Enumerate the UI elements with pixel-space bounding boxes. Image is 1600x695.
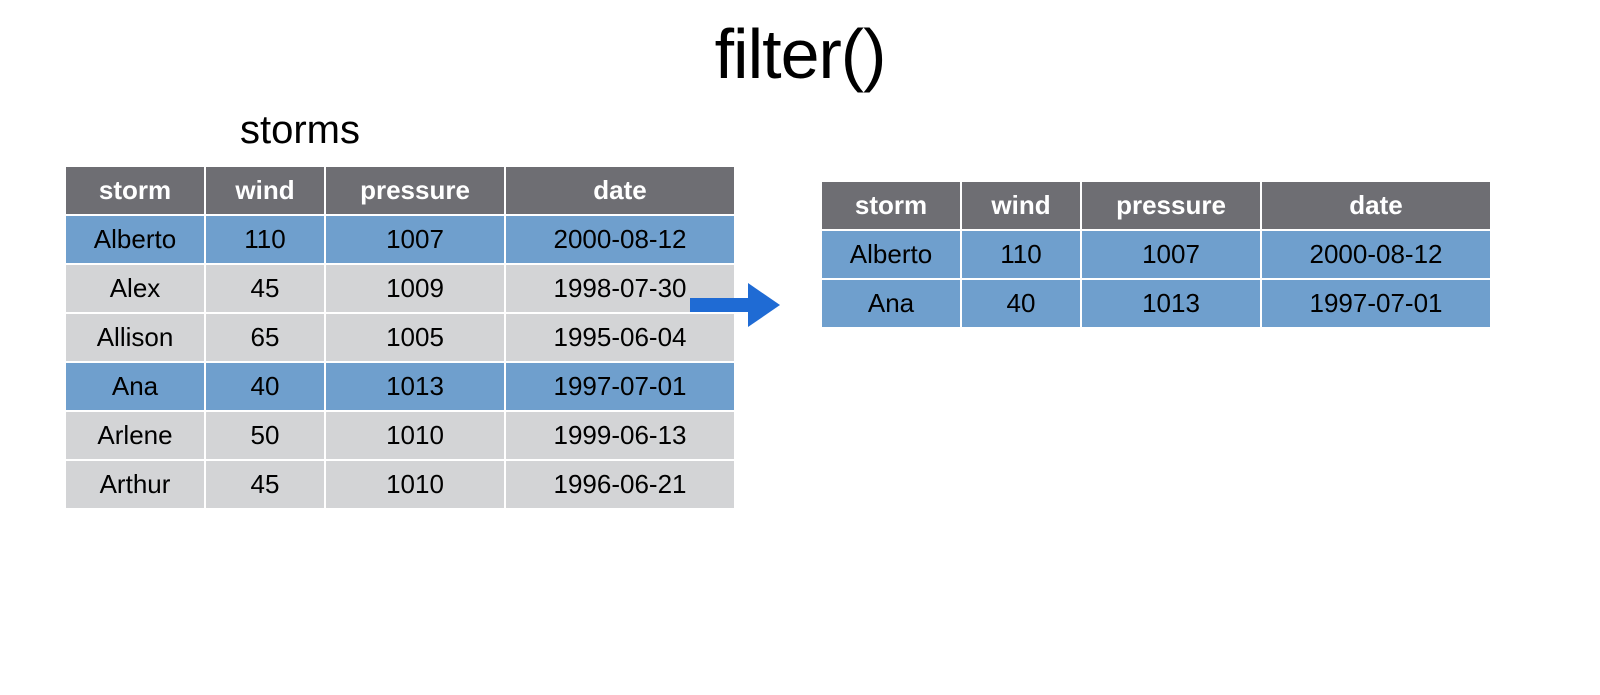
table-cell: 1996-06-21 xyxy=(506,461,734,508)
table-cell: Allison xyxy=(66,314,204,361)
left-table-label: storms xyxy=(240,108,360,153)
table-cell: 110 xyxy=(206,216,324,263)
table-cell: 1005 xyxy=(326,314,504,361)
table-cell: 2000-08-12 xyxy=(506,216,734,263)
table-row: Ana4010131997-07-01 xyxy=(822,280,1490,327)
table-cell: 110 xyxy=(962,231,1080,278)
table-cell: Ana xyxy=(66,363,204,410)
table-cell: 65 xyxy=(206,314,324,361)
table-cell: 40 xyxy=(962,280,1080,327)
page-title: filter() xyxy=(0,14,1600,94)
input-table: stormwindpressuredate Alberto11010072000… xyxy=(64,165,736,510)
table-cell: 50 xyxy=(206,412,324,459)
table-cell: Alberto xyxy=(66,216,204,263)
table-cell: 1010 xyxy=(326,461,504,508)
arrow-icon xyxy=(690,280,780,330)
column-header: date xyxy=(506,167,734,214)
table-cell: 2000-08-12 xyxy=(1262,231,1490,278)
table-cell: Arthur xyxy=(66,461,204,508)
slide: filter() storms stormwindpressuredate Al… xyxy=(0,0,1600,695)
table-row: Ana4010131997-07-01 xyxy=(66,363,734,410)
table-cell: 1013 xyxy=(1082,280,1260,327)
column-header: pressure xyxy=(326,167,504,214)
table-row: Allison6510051995-06-04 xyxy=(66,314,734,361)
table-cell: Arlene xyxy=(66,412,204,459)
table-cell: 1007 xyxy=(1082,231,1260,278)
table-cell: Alex xyxy=(66,265,204,312)
column-header: pressure xyxy=(1082,182,1260,229)
table-cell: 1999-06-13 xyxy=(506,412,734,459)
table-cell: 1009 xyxy=(326,265,504,312)
table-row: Alberto11010072000-08-12 xyxy=(66,216,734,263)
table-row: Alex4510091998-07-30 xyxy=(66,265,734,312)
table-cell: 1997-07-01 xyxy=(506,363,734,410)
table-cell: 40 xyxy=(206,363,324,410)
column-header: storm xyxy=(66,167,204,214)
table-row: Alberto11010072000-08-12 xyxy=(822,231,1490,278)
column-header: storm xyxy=(822,182,960,229)
table-cell: 45 xyxy=(206,461,324,508)
column-header: date xyxy=(1262,182,1490,229)
output-table: stormwindpressuredate Alberto11010072000… xyxy=(820,180,1492,329)
column-header: wind xyxy=(206,167,324,214)
table-cell: 1997-07-01 xyxy=(1262,280,1490,327)
table-cell: 1010 xyxy=(326,412,504,459)
table-row: Arlene5010101999-06-13 xyxy=(66,412,734,459)
table-cell: 45 xyxy=(206,265,324,312)
table-row: Arthur4510101996-06-21 xyxy=(66,461,734,508)
table-cell: 1013 xyxy=(326,363,504,410)
table-cell: 1007 xyxy=(326,216,504,263)
table-cell: Alberto xyxy=(822,231,960,278)
table-cell: Ana xyxy=(822,280,960,327)
column-header: wind xyxy=(962,182,1080,229)
